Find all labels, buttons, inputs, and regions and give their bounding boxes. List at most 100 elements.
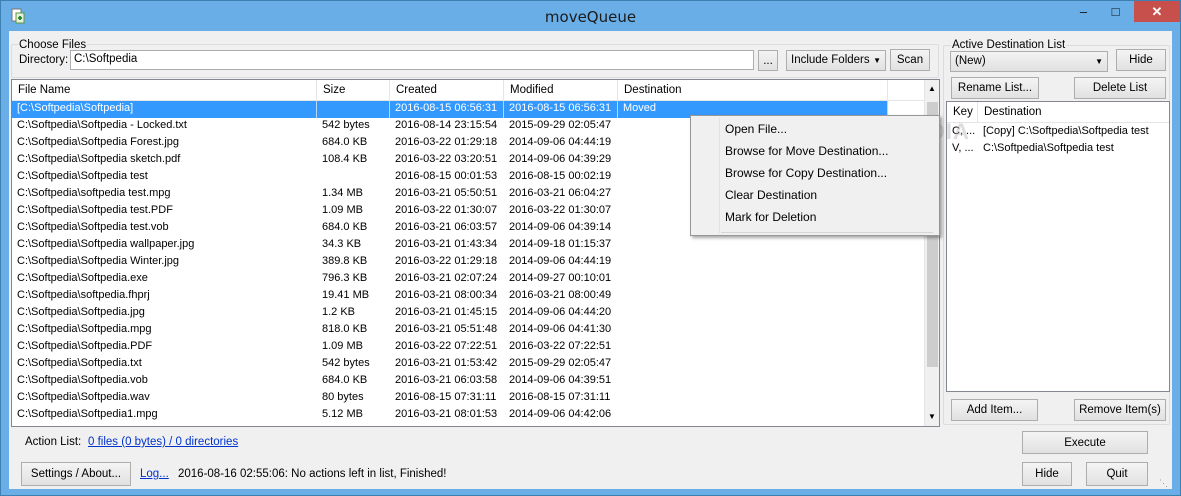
- column-destination-path[interactable]: Destination: [978, 102, 1169, 123]
- log-link[interactable]: Log...: [140, 468, 169, 480]
- column-size[interactable]: Size: [317, 80, 390, 101]
- table-cell: C:\Softpedia\Softpedia1.mpg: [17, 408, 158, 420]
- destination-row[interactable]: V, ... C:\Softpedia\Softpedia test: [947, 141, 1169, 158]
- resize-grip-icon[interactable]: ⋱: [1159, 478, 1168, 489]
- table-cell: C:\Softpedia\Softpedia test: [17, 170, 148, 182]
- table-cell: 2016-03-21 01:43:34: [395, 238, 498, 250]
- delete-list-button[interactable]: Delete List: [1074, 77, 1166, 99]
- hide-button[interactable]: Hide: [1022, 462, 1072, 486]
- table-cell: 2016-08-15 07:31:11: [509, 391, 611, 403]
- table-cell: C:\Softpedia\softpedia test.mpg: [17, 187, 171, 199]
- table-cell: 2016-03-22 07:22:51: [509, 340, 612, 352]
- column-destination[interactable]: Destination: [618, 80, 888, 101]
- minimize-icon[interactable]: –: [1070, 1, 1097, 22]
- table-cell: [618, 237, 888, 254]
- hide-destinations-button[interactable]: Hide: [1116, 49, 1166, 71]
- table-cell: 2016-08-15 06:56:31: [504, 101, 618, 118]
- browse-directory-button[interactable]: ...: [758, 50, 778, 71]
- table-row[interactable]: C:\Softpedia\Softpedia1.mpg 5.12 MB 2016-0…: [12, 407, 924, 424]
- remove-items-button[interactable]: Remove Item(s): [1074, 399, 1166, 421]
- column-file-name[interactable]: File Name: [12, 80, 317, 101]
- column-created[interactable]: Created: [390, 80, 504, 101]
- maximize-icon[interactable]: □: [1102, 1, 1129, 22]
- table-row[interactable]: C:\Softpedia\Softpedia.exe 796.3 KB 2016-0…: [12, 271, 924, 288]
- action-list-label: Action List:: [25, 436, 82, 448]
- table-cell: 2016-03-22 01:29:18: [395, 136, 498, 148]
- table-cell: 2014-09-06 04:44:19: [509, 255, 612, 267]
- table-cell: 2016-03-21 05:51:48: [395, 323, 498, 335]
- table-cell: C:\Softpedia\Softpedia test.vob: [17, 221, 169, 233]
- table-cell: [317, 101, 390, 118]
- table-cell: 1.09 MB: [322, 204, 363, 216]
- chevron-down-icon: ▼: [873, 56, 881, 65]
- add-item-button[interactable]: Add Item...: [951, 399, 1038, 421]
- table-cell: [618, 322, 888, 339]
- table-cell: 19.41 MB: [322, 289, 370, 301]
- table-cell: 2014-09-06 04:39:51: [509, 374, 612, 386]
- table-row[interactable]: C:\Softpedia\softpedia.fhprj 19.41 MB 2016…: [12, 288, 924, 305]
- menu-item-clear-destination[interactable]: Clear Destination: [691, 184, 939, 206]
- table-cell: 542 bytes: [322, 357, 370, 369]
- table-cell: 5.12 MB: [322, 408, 363, 420]
- table-cell: 1.2 KB: [322, 306, 356, 318]
- scan-button[interactable]: Scan: [890, 49, 930, 71]
- table-cell: [C:\Softpedia\Softpedia]: [12, 101, 317, 118]
- table-cell: 108.4 KB: [322, 153, 368, 165]
- table-cell: 2014-09-06 04:42:06: [509, 408, 612, 420]
- action-list-link[interactable]: 0 files (0 bytes) / 0 directories: [88, 436, 238, 448]
- table-cell: 2016-08-15 00:01:53: [395, 170, 498, 182]
- chevron-down-icon: ▼: [1095, 57, 1103, 66]
- table-cell: 2014-09-06 04:39:14: [509, 221, 612, 233]
- table-cell: C:\Softpedia\Softpedia.exe: [17, 272, 148, 284]
- rename-list-button[interactable]: Rename List...: [951, 77, 1039, 99]
- table-cell: C:\Softpedia\Softpedia.vob: [17, 374, 148, 386]
- client-area: Choose Files Directory: C:\Softpedia ...…: [9, 31, 1172, 489]
- table-cell: [618, 305, 888, 322]
- table-cell: 2016-03-21 08:00:34: [395, 289, 498, 301]
- title-bar[interactable]: moveQueue – □ ✕: [1, 1, 1180, 31]
- menu-item-mark-deletion[interactable]: Mark for Deletion: [691, 206, 939, 228]
- directory-input[interactable]: C:\Softpedia: [70, 50, 754, 70]
- destination-group-label: Active Destination List: [951, 39, 1067, 51]
- include-folders-select[interactable]: Include Folders ▼: [786, 50, 886, 71]
- table-cell: 2016-03-22 01:30:07: [509, 204, 612, 216]
- table-cell: 818.0 KB: [322, 323, 368, 335]
- table-cell: C:\Softpedia\Softpedia - Locked.txt: [17, 119, 187, 131]
- table-cell: 2016-03-22 03:20:51: [395, 153, 498, 165]
- destination-list-select[interactable]: (New) ▼: [950, 51, 1108, 72]
- table-cell: [Copy] C:\Softpedia\Softpedia test: [983, 125, 1149, 137]
- table-cell: 2015-09-29 02:05:47: [509, 119, 612, 131]
- scroll-up-icon[interactable]: ▲: [928, 84, 936, 93]
- table-cell: 80 bytes: [322, 391, 364, 403]
- table-row[interactable]: C:\Softpedia\Softpedia.mpg 818.0 KB 2016-0…: [12, 322, 924, 339]
- table-cell: [618, 390, 888, 407]
- scroll-down-icon[interactable]: ▼: [928, 412, 936, 421]
- table-row[interactable]: C:\Softpedia\Softpedia.vob 684.0 KB 2016-0…: [12, 373, 924, 390]
- table-cell: [618, 271, 888, 288]
- settings-about-button[interactable]: Settings / About...: [21, 462, 131, 486]
- menu-item-open-file[interactable]: Open File...: [691, 118, 939, 140]
- table-cell: 2014-09-18 01:15:37: [509, 238, 612, 250]
- table-cell: [618, 373, 888, 390]
- menu-item-browse-move[interactable]: Browse for Move Destination...: [691, 140, 939, 162]
- close-icon[interactable]: ✕: [1134, 1, 1180, 22]
- table-row[interactable]: C:\Softpedia\Softpedia.txt 542 bytes 2016-…: [12, 356, 924, 373]
- table-cell: [618, 407, 888, 424]
- destination-row[interactable]: C, ... [Copy] C:\Softpedia\Softpedia test: [947, 124, 1169, 141]
- table-cell: 2016-08-15 00:02:19: [509, 170, 612, 182]
- menu-item-browse-copy[interactable]: Browse for Copy Destination...: [691, 162, 939, 184]
- table-cell: C:\Softpedia\Softpedia Winter.jpg: [17, 255, 180, 267]
- table-cell: 2016-03-22 07:22:51: [395, 340, 498, 352]
- table-row[interactable]: C:\Softpedia\Softpedia Winter.jpg 389.8 K…: [12, 254, 924, 271]
- execute-button[interactable]: Execute: [1022, 431, 1148, 454]
- table-row[interactable]: C:\Softpedia\Softpedia wallpaper.jpg 34.3…: [12, 237, 924, 254]
- column-modified[interactable]: Modified: [504, 80, 618, 101]
- file-list-header: File Name Size Created Modified Destinat…: [12, 80, 924, 101]
- table-row[interactable]: C:\Softpedia\Softpedia.jpg 1.2 KB 2016-03-…: [12, 305, 924, 322]
- table-cell: [618, 254, 888, 271]
- quit-button[interactable]: Quit: [1086, 462, 1148, 486]
- destination-list[interactable]: Key Destination C, ... [Copy] C:\Softpedi…: [946, 101, 1170, 392]
- table-cell: 2016-03-21 02:07:24: [395, 272, 498, 284]
- table-row[interactable]: C:\Softpedia\Softpedia.wav 80 bytes 2016-0…: [12, 390, 924, 407]
- table-row[interactable]: C:\Softpedia\Softpedia.PDF 1.09 MB 2016-03…: [12, 339, 924, 356]
